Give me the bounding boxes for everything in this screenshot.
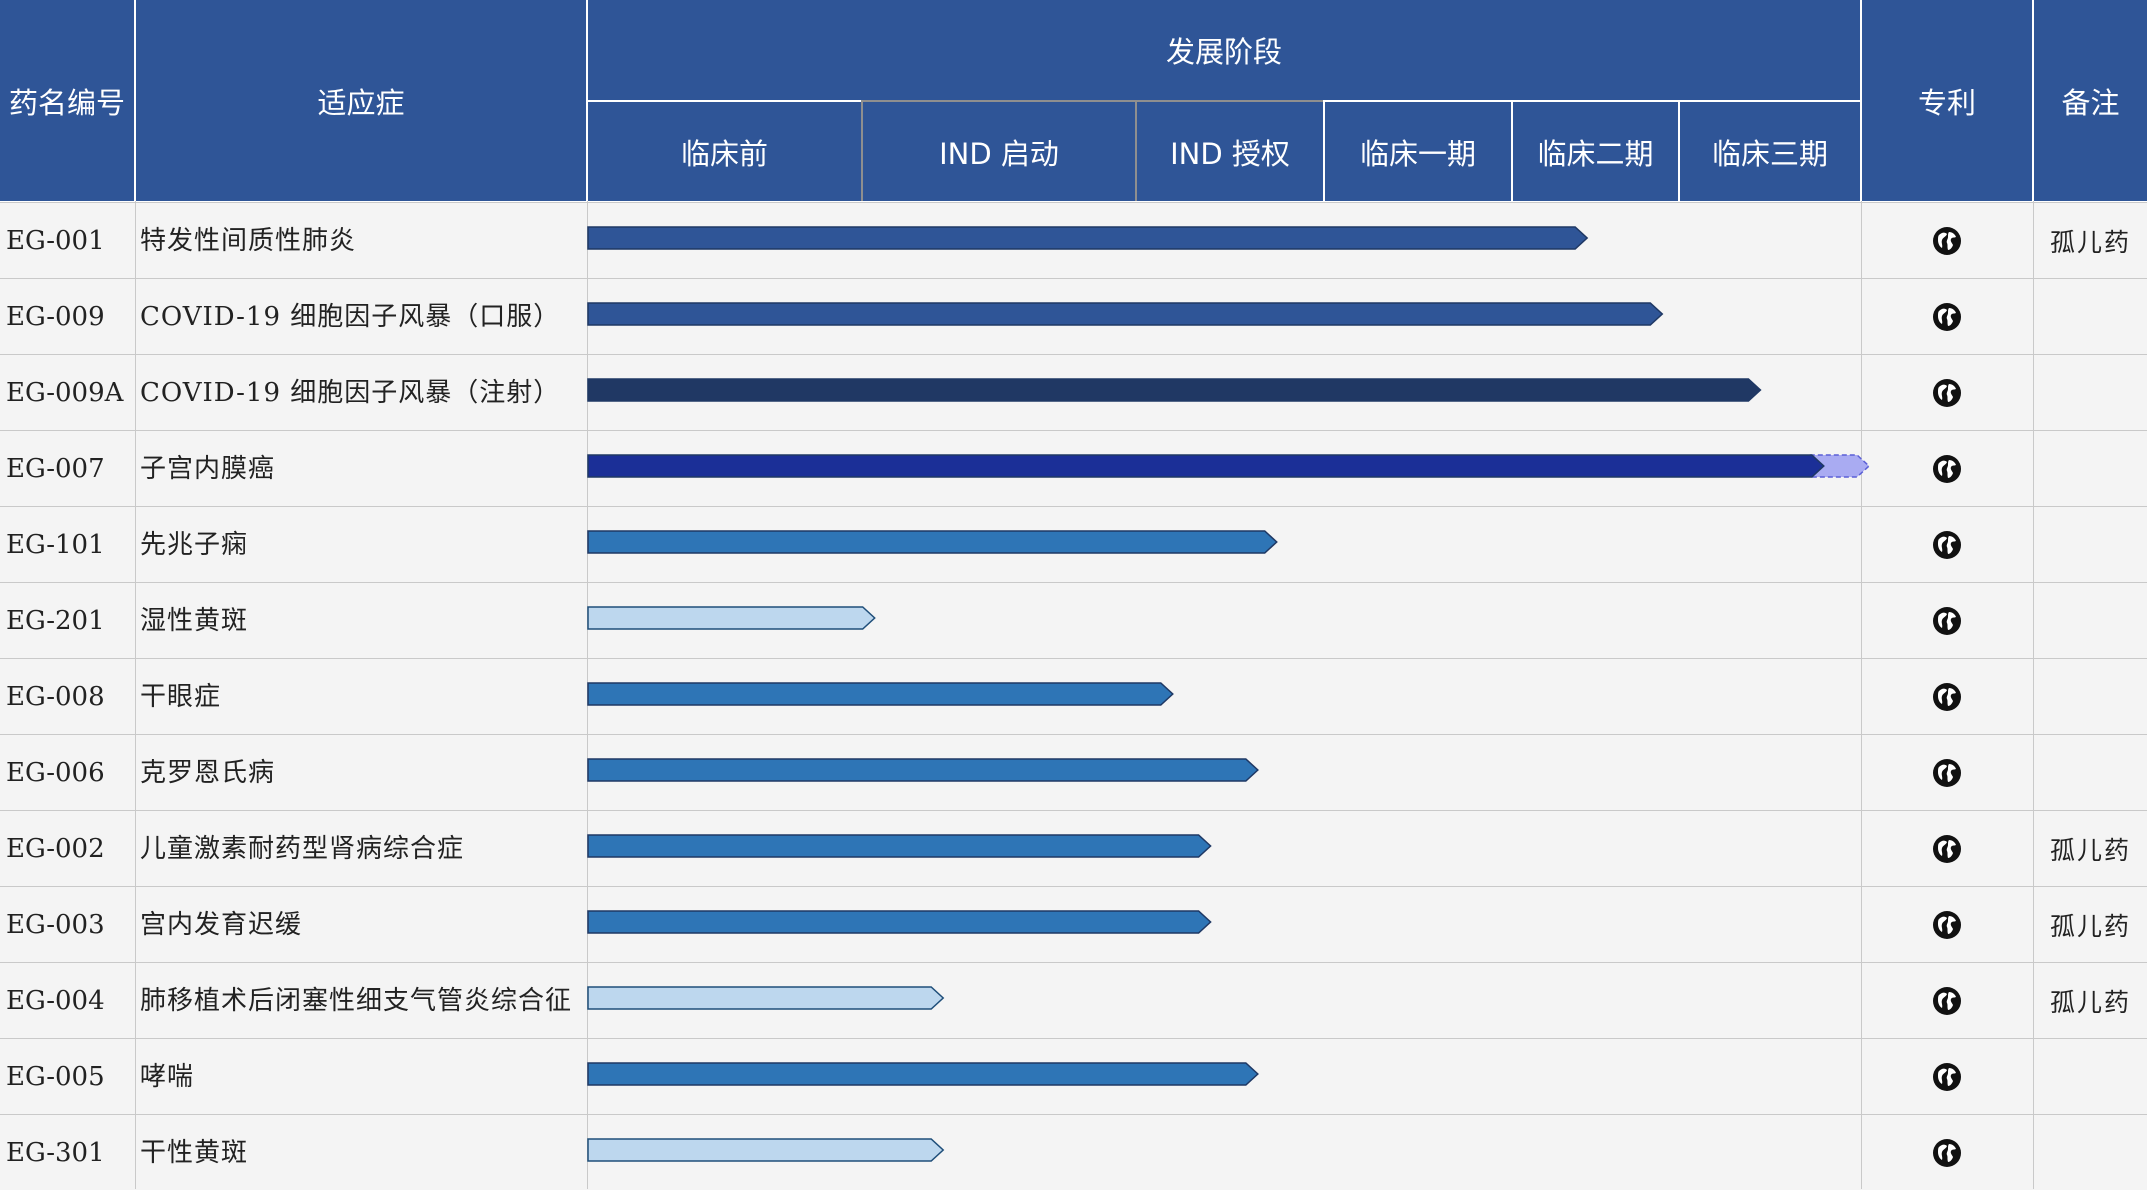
note-label (2034, 1115, 2147, 1191)
indication: 克罗恩氏病 (140, 758, 276, 788)
globe-icon (1933, 987, 1961, 1015)
table-row: EG-007 子宫内膜癌 (0, 430, 2147, 506)
globe-icon (1933, 455, 1961, 483)
note-label: 孤儿药 (2049, 228, 2131, 257)
globe-icon (1933, 303, 1961, 331)
column-divider (587, 201, 588, 1189)
indication: 儿童激素耐药型肾病综合症 (140, 834, 465, 864)
indication: 干性黄斑 (140, 1138, 249, 1168)
indication: 哮喘 (140, 1062, 195, 1092)
drug-code: EG-006 (6, 758, 105, 788)
note-label (2034, 659, 2147, 735)
note-label (2034, 1039, 2147, 1115)
note-label (2034, 355, 2147, 431)
note-label (2034, 735, 2147, 811)
table-row: EG-003 宫内发育迟缓 孤儿药 (0, 886, 2147, 962)
table-row: EG-201 湿性黄斑 (0, 582, 2147, 658)
globe-icon (1933, 1139, 1961, 1167)
header-code: 药名编号 (0, 0, 134, 201)
header-patent: 专利 (1862, 0, 2032, 201)
drug-code: EG-201 (6, 606, 105, 636)
indication: 湿性黄斑 (140, 606, 249, 636)
note-label: 孤儿药 (2049, 836, 2131, 865)
stage-divider (1135, 100, 1137, 201)
table-row: EG-009A COVID-19 细胞因子风暴（注射） (0, 354, 2147, 430)
table-row: EG-301 干性黄斑 (0, 1114, 2147, 1190)
drug-code: EG-004 (6, 986, 105, 1016)
header-indication: 适应症 (136, 0, 586, 201)
drug-code: EG-003 (6, 910, 105, 940)
drug-code: EG-005 (6, 1062, 105, 1092)
table-row: EG-101 先兆子痫 (0, 506, 2147, 582)
header-stage-phase1: 临床一期 (1325, 102, 1511, 201)
column-divider (2033, 201, 2034, 1189)
globe-icon (1933, 227, 1961, 255)
table-row: EG-004 肺移植术后闭塞性细支气管炎综合征 孤儿药 (0, 962, 2147, 1038)
table-row: EG-001 特发性间质性肺炎 孤儿药 (0, 202, 2147, 278)
stage-divider (861, 100, 863, 201)
table-row: EG-005 哮喘 (0, 1038, 2147, 1114)
note-label (2034, 279, 2147, 355)
globe-icon (1933, 683, 1961, 711)
globe-icon (1933, 835, 1961, 863)
table-row: EG-008 干眼症 (0, 658, 2147, 734)
note-label (2034, 583, 2147, 659)
column-divider (1861, 201, 1862, 1189)
indication: 宫内发育迟缓 (140, 910, 303, 940)
note-label (2034, 507, 2147, 583)
globe-icon (1933, 607, 1961, 635)
table-row: EG-006 克罗恩氏病 (0, 734, 2147, 810)
globe-icon (1933, 1063, 1961, 1091)
indication: COVID-19 细胞因子风暴（口服） (140, 302, 561, 332)
indication: 肺移植术后闭塞性细支气管炎综合征 (140, 986, 573, 1016)
column-divider (135, 201, 136, 1189)
drug-code: EG-009 (6, 302, 105, 332)
indication: 先兆子痫 (140, 530, 249, 560)
drug-code: EG-002 (6, 834, 105, 864)
note-label: 孤儿药 (2049, 988, 2131, 1017)
header-note: 备注 (2034, 0, 2147, 201)
globe-icon (1933, 531, 1961, 559)
drug-code: EG-101 (6, 530, 105, 560)
indication: 特发性间质性肺炎 (140, 226, 357, 256)
globe-icon (1933, 911, 1961, 939)
header-stage-ind-start: IND 启动 (863, 102, 1135, 201)
drug-code: EG-301 (6, 1138, 105, 1168)
drug-code: EG-008 (6, 682, 105, 712)
drug-code: EG-001 (6, 226, 105, 256)
drug-code: EG-007 (6, 454, 105, 484)
indication: 干眼症 (140, 682, 222, 712)
table-row: EG-002 儿童激素耐药型肾病综合症 孤儿药 (0, 810, 2147, 886)
header-stage-phase2: 临床二期 (1513, 102, 1678, 201)
note-label (2034, 431, 2147, 507)
header-stage-group: 发展阶段 (588, 0, 1860, 100)
header-stage-ind-approved: IND 授权 (1137, 102, 1323, 201)
table-row: EG-009 COVID-19 细胞因子风暴（口服） (0, 278, 2147, 354)
globe-icon (1933, 759, 1961, 787)
header-stage-preclinical: 临床前 (588, 102, 861, 201)
indication: 子宫内膜癌 (140, 454, 276, 484)
pipeline-table: 药名编号 适应症 发展阶段 专利 备注 临床前 IND 启动 IND 授权 临床… (0, 0, 2147, 1190)
indication: COVID-19 细胞因子风暴（注射） (140, 378, 561, 408)
header-stage-phase3: 临床三期 (1680, 102, 1860, 201)
globe-icon (1933, 379, 1961, 407)
stage-divider (863, 100, 1323, 102)
note-label: 孤儿药 (2049, 912, 2131, 941)
drug-code: EG-009A (6, 378, 124, 408)
